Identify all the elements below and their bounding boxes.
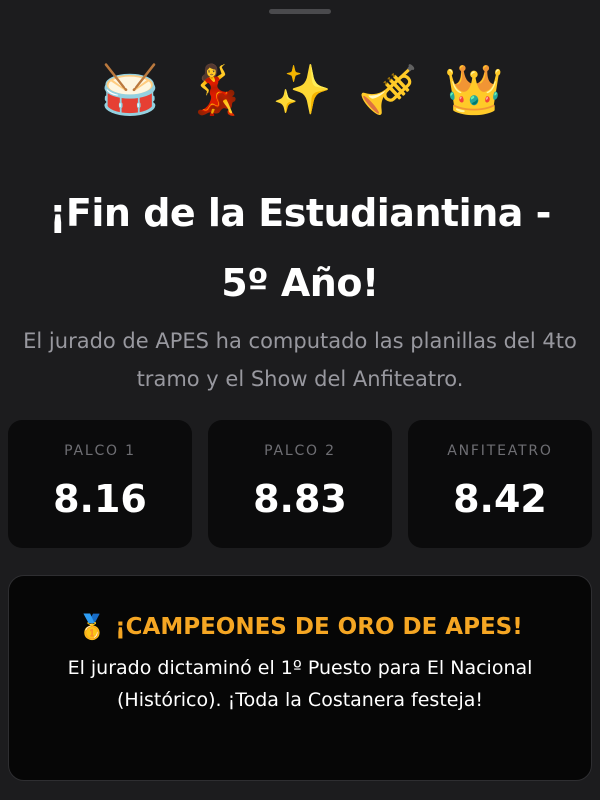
crown-icon: 👑 — [444, 62, 504, 118]
trumpet-icon: 🎺 — [358, 62, 418, 118]
gold-medal-icon: 🥇 — [77, 613, 108, 641]
sparkles-icon: ✨ — [272, 62, 332, 118]
sheet-drag-handle[interactable] — [269, 9, 331, 14]
score-value: 8.83 — [253, 477, 347, 521]
score-value: 8.16 — [53, 477, 147, 521]
drum-icon: 🥁 — [100, 62, 160, 118]
dancer-icon: 💃 — [186, 62, 246, 118]
score-value: 8.42 — [453, 477, 547, 521]
emoji-row: 🥁 💃 ✨ 🎺 👑 — [0, 60, 600, 120]
banner-title: ¡CAMPEONES DE ORO DE APES! — [115, 614, 523, 640]
score-label: PALCO 2 — [264, 443, 336, 459]
score-card-palco-1: PALCO 1 8.16 — [8, 420, 192, 548]
page-title: ¡Fin de la Estudiantina - 5º Año! — [49, 191, 551, 305]
banner-title-row: 🥇 ¡CAMPEONES DE ORO DE APES! — [9, 610, 591, 644]
score-cards: PALCO 1 8.16 PALCO 2 8.83 ANFITEATRO 8.4… — [8, 420, 592, 548]
score-card-anfiteatro: ANFITEATRO 8.42 — [408, 420, 592, 548]
score-label: ANFITEATRO — [447, 443, 553, 459]
banner-text: El jurado dictaminó el 1º Puesto para El… — [67, 657, 533, 711]
champions-banner: 🥇 ¡CAMPEONES DE ORO DE APES! El jurado d… — [8, 575, 592, 781]
score-label: PALCO 1 — [64, 443, 136, 459]
page-subtitle: El jurado de APES ha computado las plani… — [23, 329, 577, 391]
score-card-palco-2: PALCO 2 8.83 — [208, 420, 392, 548]
